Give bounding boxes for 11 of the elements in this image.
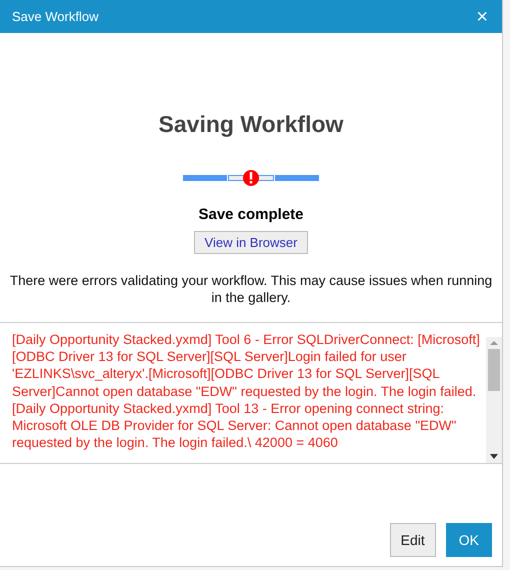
warning-message: There were errors validating your workflow. This may cause issues when running in the gallery. [9,272,493,306]
edit-button[interactable]: Edit [390,523,436,557]
status-text: Save complete [198,206,304,223]
window-title: Save Workflow [12,9,98,24]
ok-button[interactable]: OK [446,523,492,557]
log-entry: [Daily Opportunity Stacked.yxmd] Tool 6 - Error SQLDriverConnect: [Microsoft][ODBC Driver 13 for SQL Server][SQL Server]Login failed for user 'EZLINKS\svc_alteryx'.[Microsoft][ODBC Driver 13 for SQL Server][SQL Server]Cannot open database "EDW" requested by the login. The login failed. [12,331,481,400]
scrollbar[interactable] [486,337,502,463]
dialog-heading: Saving Workflow [158,111,344,138]
view-in-browser-button[interactable]: View in Browser [194,231,308,254]
log-entry: [Daily Opportunity Stacked.yxmd] Tool 13 - Error opening connect string: Microsoft OLE DB Provider for SQL Server: Cannot open database "EDW" requested by the login. The login failed.\ 42000 = 4060 [12,400,458,452]
close-button[interactable]: × [468,6,496,26]
